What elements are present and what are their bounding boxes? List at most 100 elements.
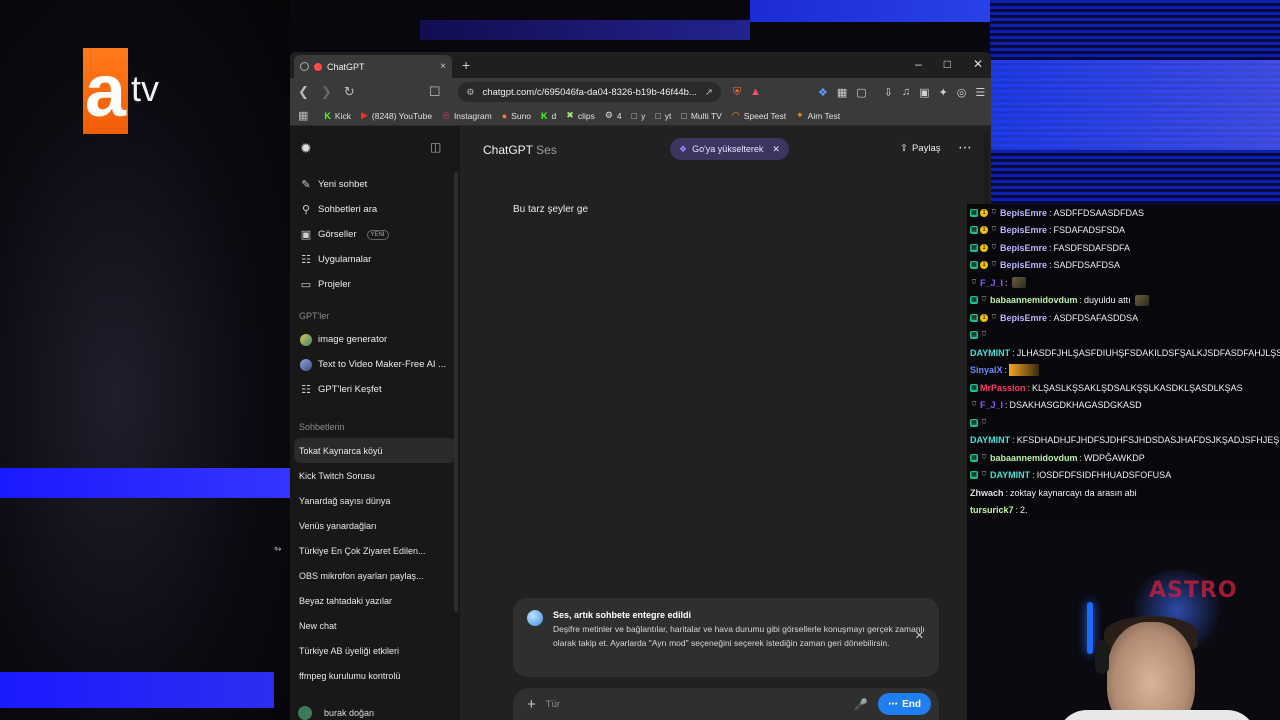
reload-icon[interactable]: ↻ <box>344 84 355 100</box>
gift-badge-icon: 1 <box>980 243 988 252</box>
maximize-icon[interactable]: □ <box>944 57 951 71</box>
sidebar-scrollbar[interactable] <box>454 172 458 612</box>
upgrade-button[interactable]: ❖ Go'ya yükselterek ✕ <box>670 138 789 160</box>
download-icon[interactable]: ⇩ <box>884 86 893 99</box>
chat-history-item[interactable]: Türkiye AB üyeliği etkileri <box>290 638 460 663</box>
chat-history-item[interactable]: New chat <box>290 613 460 638</box>
message-input[interactable]: Tür <box>546 699 845 710</box>
chat-username[interactable]: babaannemidovdum <box>990 453 1078 463</box>
close-window-icon[interactable]: ✕ <box>973 57 983 71</box>
bookmark-item[interactable]: ▶ (8248) YouTube <box>361 110 432 121</box>
chat-history-item[interactable]: Tokat Kaynarca köyü <box>294 438 456 463</box>
brave-rewards-icon[interactable]: ▲ <box>750 86 761 99</box>
bookmark-item[interactable]: ✖ clips <box>566 110 595 121</box>
sidebar-icon[interactable]: ▢ <box>856 86 866 99</box>
chat-history-item[interactable]: OBS mikrofon ayarları paylaş... <box>290 563 460 588</box>
close-tab-icon[interactable]: × <box>440 61 446 72</box>
bookmark-item[interactable]: ◎ Instagram <box>442 110 492 121</box>
share-page-icon[interactable]: ↗ <box>705 87 713 98</box>
back-icon[interactable]: ❮ <box>298 84 309 100</box>
chat-username[interactable]: BepisEmre <box>1000 208 1047 218</box>
gpt-item[interactable]: ☷ GPT'leri Keşfet <box>290 377 460 402</box>
vpn-icon[interactable]: ◎ <box>957 86 967 99</box>
chat-username[interactable]: F_J_I <box>980 278 1003 288</box>
microphone-icon[interactable]: 🎤 <box>854 698 868 711</box>
end-voice-button[interactable]: ⋯ End <box>878 693 931 715</box>
subscriber-badge-icon: ▦ <box>970 261 978 270</box>
chat-username[interactable]: Zhwach <box>970 488 1004 498</box>
minimize-icon[interactable]: – <box>915 57 922 71</box>
chat-username[interactable]: F_J_I <box>980 400 1003 410</box>
bookmark-icon[interactable]: ☐ <box>429 84 441 100</box>
user-profile[interactable]: burak doğan <box>298 706 374 720</box>
apps-icon: ☷ <box>301 254 311 266</box>
close-icon[interactable]: ✕ <box>915 629 924 643</box>
address-bar-row: ❮ ❯ ↻ ☐ ⚙ chatgpt.com/c/695046fa-da04-83… <box>290 78 991 106</box>
bookmark-item[interactable]: Kd <box>541 111 556 121</box>
bookmark-item[interactable]: K Kick <box>324 111 351 121</box>
sidebar-item[interactable]: ☷ Uygulamalar <box>290 247 460 272</box>
bookmark-item[interactable]: ⚙ 4 <box>605 110 622 121</box>
chatgpt-logo-icon[interactable]: ✹ <box>300 140 312 157</box>
wallet-icon[interactable]: ▣ <box>919 86 929 99</box>
sidebar-item[interactable]: ✎ Yeni sohbet <box>290 172 460 197</box>
apps-grid-icon[interactable]: ▦ <box>298 109 308 122</box>
gpt-item[interactable]: Text to Video Maker-Free AI ... <box>290 352 460 377</box>
more-options-icon[interactable]: ⋯ <box>958 139 972 156</box>
sidebar-toggle-icon[interactable]: ◫ <box>430 140 441 154</box>
chat-history-item[interactable]: Beyaz tahtadaki yazılar <box>290 588 460 613</box>
bookmark-item[interactable]: ● Suno <box>502 111 531 121</box>
model-selector[interactable]: ChatGPT Ses <box>483 143 557 157</box>
chat-history-item[interactable]: Yanardağ sayısı dünya <box>290 488 460 513</box>
chat-username[interactable]: DAYMINT <box>970 348 1010 358</box>
bookmark-item[interactable]: ◠ Speed Test <box>732 110 786 121</box>
chat-history-item[interactable]: Kick Twitch Sorusu <box>290 463 460 488</box>
stream-chat: ▦ 1 ⛉ BepisEmre: ASDFFDSAASDFDAS ▦ 1 ⛉ BepisEmre… <box>967 204 1280 520</box>
chat-username[interactable]: BepisEmre <box>1000 313 1047 323</box>
audio-playing-icon[interactable]: ❖ <box>818 86 828 99</box>
sidebar-item[interactable]: ▣ Görseller YENİ <box>290 222 460 247</box>
brave-shield-icon[interactable]: ⛨ <box>733 86 741 99</box>
chat-history-item[interactable]: Türkiye En Çok Ziyaret Edilen... <box>290 538 460 563</box>
bookmark-item[interactable]: □ y <box>632 111 646 121</box>
bookmark-item[interactable]: □ yt <box>655 111 671 121</box>
chat-separator: : <box>1032 470 1035 481</box>
bookmark-item[interactable]: ✦ Aim Test <box>796 110 840 121</box>
chat-username[interactable]: DAYMINT <box>970 435 1010 445</box>
chat-username[interactable]: tursurick7 <box>970 505 1014 515</box>
shield-badge-icon: ⛉ <box>981 454 987 461</box>
url-field[interactable]: ⚙ chatgpt.com/c/695046fa-da04-8326-b19b-… <box>458 82 721 102</box>
chat-username[interactable]: MrPassion <box>980 383 1026 393</box>
chat-history-item[interactable]: ffmpeg kurulumu kontrolü <box>290 663 460 688</box>
stage-light-stripe <box>420 20 750 40</box>
tab-chatgpt[interactable]: ChatGPT × <box>294 55 452 78</box>
kick-icon: K <box>541 110 548 121</box>
extension-puzzle-icon[interactable]: ▦ <box>837 86 847 99</box>
bookmark-item[interactable]: □ Multi TV <box>681 111 721 121</box>
chat-username[interactable]: DAYMINT <box>990 470 1030 480</box>
subscriber-badge-icon: ▦ <box>970 296 978 305</box>
chat-username[interactable]: SinyalX <box>970 365 1003 375</box>
chat-username[interactable]: babaannemidovdum <box>990 295 1078 305</box>
menu-icon[interactable]: ☰ <box>975 86 985 99</box>
sidebar-item[interactable]: ▭ Projeler <box>290 272 460 297</box>
site-info-icon[interactable]: ⚙ <box>466 87 474 98</box>
youtube-icon: ▶ <box>360 110 368 120</box>
new-tab-button[interactable]: + <box>462 57 470 73</box>
chat-history-item[interactable]: Venüs yanardağları <box>290 513 460 538</box>
sidebar-item[interactable]: ⚲ Sohbetleri ara <box>290 197 460 222</box>
chat-username[interactable]: BepisEmre <box>1000 243 1047 253</box>
media-icon[interactable]: ♫ <box>902 86 910 99</box>
chatgpt-favicon-icon <box>300 62 309 71</box>
forward-icon[interactable]: ❯ <box>321 84 332 100</box>
share-button[interactable]: ⇪ Paylaş <box>900 143 940 154</box>
gpt-item[interactable]: image generator <box>290 327 460 352</box>
shield-badge-icon: ⛉ <box>991 244 997 251</box>
chat-username[interactable]: BepisEmre <box>1000 260 1047 270</box>
upgrade-close-icon[interactable]: ✕ <box>772 144 780 155</box>
leo-ai-icon[interactable]: ✦ <box>939 86 948 99</box>
chat-username[interactable]: BepisEmre <box>1000 225 1047 235</box>
explore-gpts-icon: ☷ <box>301 384 311 396</box>
add-attachment-icon[interactable]: + <box>527 696 536 713</box>
chat-separator: : <box>1012 435 1015 446</box>
